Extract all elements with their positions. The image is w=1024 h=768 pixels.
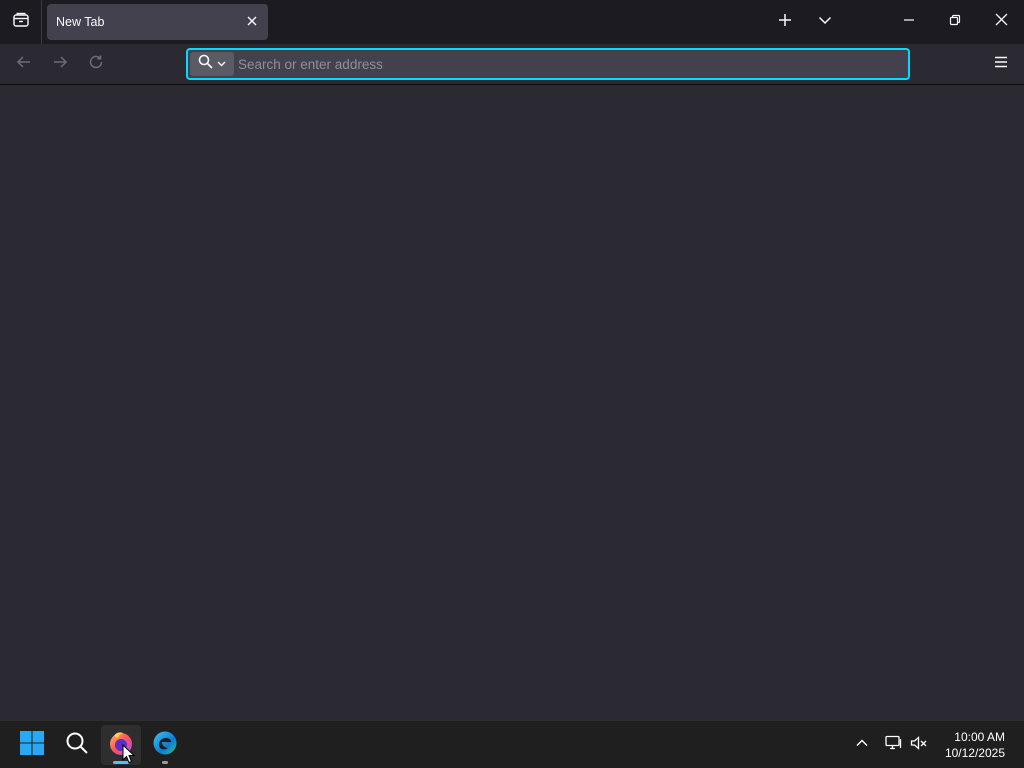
- forward-button[interactable]: [45, 49, 75, 79]
- close-icon: [247, 13, 257, 31]
- search-icon: [198, 54, 213, 74]
- navigation-toolbar: [0, 44, 1024, 85]
- back-arrow-icon: [16, 54, 32, 75]
- app-menu-button[interactable]: [986, 49, 1016, 79]
- reload-icon: [88, 54, 104, 75]
- plus-icon: [778, 13, 792, 32]
- firefox-view-button[interactable]: [0, 0, 42, 44]
- address-bar[interactable]: [186, 48, 910, 80]
- running-app-indicator: [162, 761, 168, 764]
- close-window-button[interactable]: [978, 0, 1024, 44]
- volume-muted-icon: [910, 735, 928, 756]
- list-all-tabs-button[interactable]: [809, 6, 841, 38]
- taskbar-edge[interactable]: [145, 725, 185, 765]
- chevron-down-icon: [217, 55, 226, 73]
- minimize-icon: [903, 13, 915, 31]
- edge-icon: [152, 730, 178, 761]
- screen: New Tab Search or enter address 10:00 AM…: [0, 0, 1024, 768]
- taskbar-search-button[interactable]: [57, 725, 97, 765]
- page-content[interactable]: [0, 86, 1024, 720]
- chevron-up-icon: [856, 736, 868, 754]
- url-input[interactable]: [238, 53, 898, 75]
- back-button[interactable]: [9, 49, 39, 79]
- show-hidden-icons-button[interactable]: [850, 733, 874, 757]
- taskbar: 10:00 AM 10/12/2025: [0, 720, 1024, 768]
- tab-new-tab[interactable]: New Tab: [47, 4, 268, 40]
- volume-tray-button[interactable]: [907, 733, 931, 757]
- tab-title: New Tab: [56, 15, 105, 29]
- reload-button[interactable]: [81, 49, 111, 79]
- mouse-cursor: [122, 743, 136, 764]
- network-icon: [885, 735, 903, 756]
- tab-overview-icon: [12, 11, 30, 34]
- restore-button[interactable]: [932, 0, 978, 44]
- minimize-button[interactable]: [886, 0, 932, 44]
- search-icon: [65, 731, 89, 760]
- tab-strip: New Tab: [0, 0, 1024, 44]
- clock-time: 10:00 AM: [954, 730, 1005, 744]
- restore-icon: [949, 13, 961, 31]
- clock-date: 10/12/2025: [944, 746, 1005, 760]
- start-button[interactable]: [12, 725, 52, 765]
- network-tray-button[interactable]: [882, 733, 906, 757]
- system-clock[interactable]: 10:00 AM 10/12/2025: [945, 729, 1005, 761]
- chevron-down-icon: [818, 13, 832, 32]
- new-tab-button[interactable]: [769, 6, 801, 38]
- search-engine-button[interactable]: [190, 52, 234, 76]
- forward-arrow-icon: [52, 54, 68, 75]
- tab-close-button[interactable]: [242, 12, 262, 32]
- windows-logo-icon: [19, 730, 45, 761]
- hamburger-menu-icon: [994, 55, 1008, 73]
- close-icon: [995, 13, 1008, 31]
